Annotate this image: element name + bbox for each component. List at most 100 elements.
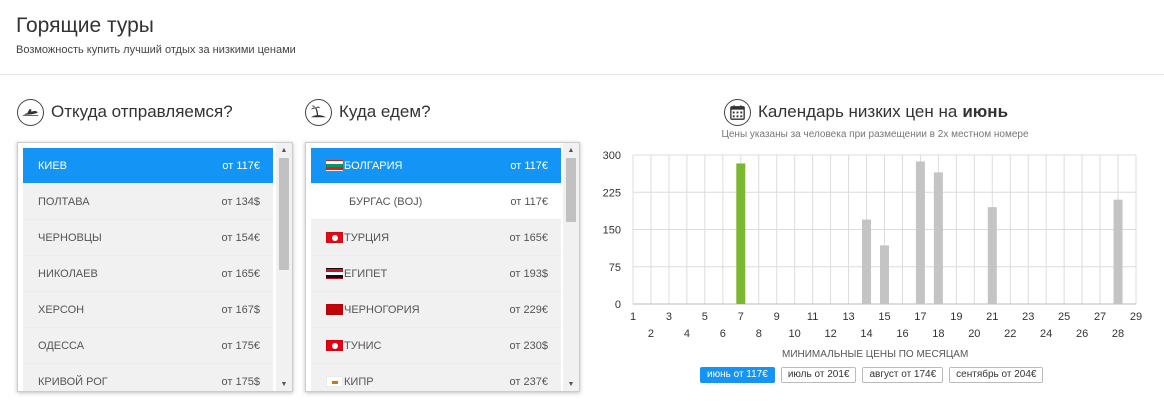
price-bar <box>862 219 872 304</box>
months-title: МИНИМАЛЬНЫЕ ЦЕНЫ ПО МЕСЯЦАМ <box>782 349 969 360</box>
destination-list-items: БОЛГАРИЯ от 117€ БУРГАС (BOJ) от 117€ ТУРЦИЯ… <box>311 148 561 391</box>
from-city-list[interactable]: КИЕВ от 117€ ПОЛТАВА от 134$ ЧЕРНОВЦЫ от 154€… <box>17 142 293 392</box>
beach-icon <box>305 98 332 126</box>
egypt-flag-icon <box>326 268 343 279</box>
x-tick-label: 2 <box>648 328 654 340</box>
to-list-scrollbar[interactable]: ▲ ▼ <box>563 143 579 391</box>
list-item-name: КРИВОЙ РОГ <box>38 375 108 388</box>
bulgaria-flag-icon <box>326 160 343 171</box>
list-item-name: КИПР <box>344 375 374 388</box>
city-list-item[interactable]: КИЕВ от 117€ <box>23 148 273 184</box>
list-item-name: ЧЕРНОГОРИЯ <box>344 303 420 316</box>
calendar-price-note: Цены указаны за человека при размещении … <box>721 129 1029 140</box>
list-item-label: КРИВОЙ РОГ <box>38 376 108 388</box>
x-tick-label: 27 <box>1094 311 1106 323</box>
month-pill[interactable]: сентябрь от 204€ <box>949 367 1044 383</box>
destination-list-item[interactable]: БУРГАС (BOJ) от 117€ <box>311 184 561 220</box>
scroll-down-arrow-icon[interactable]: ▼ <box>563 377 579 391</box>
x-tick-label: 5 <box>702 311 708 323</box>
list-item-label: БОЛГАРИЯ <box>326 160 403 172</box>
from-city-list-items: КИЕВ от 117€ ПОЛТАВА от 134$ ЧЕРНОВЦЫ от 154€… <box>23 148 273 391</box>
list-item-name: КИЕВ <box>38 159 67 172</box>
from-section-title: Откуда отправляемся? <box>51 102 233 121</box>
x-tick-label: 12 <box>824 328 836 340</box>
scroll-thumb[interactable] <box>279 158 289 270</box>
price-bar <box>915 161 925 304</box>
y-tick-label: 0 <box>615 299 621 311</box>
list-item-price: от 229€ <box>509 303 548 316</box>
list-item-label: НИКОЛАЕВ <box>38 268 98 280</box>
x-tick-label: 9 <box>774 311 780 323</box>
x-tick-label: 15 <box>878 311 890 323</box>
scroll-down-arrow-icon[interactable]: ▼ <box>276 377 292 391</box>
destination-list-item[interactable]: ЕГИПЕТ от 193$ <box>311 256 561 292</box>
list-item-price: от 230$ <box>509 339 548 352</box>
y-tick-label: 225 <box>603 187 621 199</box>
x-tick-label: 26 <box>1076 328 1088 340</box>
price-bar <box>1113 199 1123 304</box>
x-tick-label: 20 <box>968 328 980 340</box>
scroll-thumb[interactable] <box>566 158 576 222</box>
list-item-price: от 193$ <box>509 267 548 280</box>
x-tick-label: 28 <box>1112 328 1124 340</box>
destination-list-item[interactable]: ТУНИС от 230$ <box>311 328 561 364</box>
x-tick-label: 24 <box>1040 328 1052 340</box>
list-item-label: ЧЕРНОВЦЫ <box>38 232 102 244</box>
price-bar <box>736 163 746 304</box>
list-item-price: от 167$ <box>221 303 260 316</box>
destination-list-item[interactable]: ЧЕРНОГОРИЯ от 229€ <box>311 292 561 328</box>
list-item-price: от 117€ <box>222 159 260 172</box>
list-item-price: от 154€ <box>221 231 260 244</box>
city-list-item[interactable]: ХЕРСОН от 167$ <box>23 292 273 328</box>
list-item-price: от 237€ <box>509 375 548 388</box>
cyprus-flag-icon <box>326 376 343 387</box>
month-pill[interactable]: август от 174€ <box>862 367 944 383</box>
list-item-label: ХЕРСОН <box>38 304 84 316</box>
x-tick-label: 11 <box>807 311 818 323</box>
x-tick-label: 18 <box>932 328 944 340</box>
list-item-label: ТУРЦИЯ <box>326 232 389 244</box>
list-item-price: от 165€ <box>509 231 548 244</box>
list-item-label: КИПР <box>326 376 374 388</box>
month-selector: июнь от 117€ июль от 201€ август от 174€ се… <box>700 367 1049 383</box>
destination-list-item[interactable]: БОЛГАРИЯ от 117€ <box>311 148 561 184</box>
list-item-name: ПОЛТАВА <box>38 195 90 208</box>
month-pill[interactable]: июль от 201€ <box>780 367 857 383</box>
list-item-price: от 117€ <box>510 159 548 172</box>
destination-list-item[interactable]: КИПР от 237€ <box>311 364 561 391</box>
montenegro-flag-icon <box>326 304 343 315</box>
price-calendar-chart: 0 75 150 225 300 1 2 3 4 5 6 7 8 9 10 11 12 13 14 15 16 17 18 1… <box>600 142 1160 342</box>
list-item-name: БОЛГАРИЯ <box>344 159 403 172</box>
month-pill[interactable]: июнь от 117€ <box>700 367 775 383</box>
x-tick-label: 16 <box>896 328 908 340</box>
scroll-up-arrow-icon[interactable]: ▲ <box>276 143 292 157</box>
x-tick-label: 13 <box>842 311 854 323</box>
list-item-label: КИЕВ <box>38 160 67 172</box>
to-section-heading: Куда едем? <box>305 98 431 126</box>
y-tick-label: 300 <box>603 150 621 162</box>
page-header: Горящие туры Возможность купить лучший о… <box>0 0 1164 75</box>
list-item-name: ТУРЦИЯ <box>344 231 390 244</box>
city-list-item[interactable]: НИКОЛАЕВ от 165€ <box>23 256 273 292</box>
scroll-up-arrow-icon[interactable]: ▲ <box>563 143 579 157</box>
list-item-price: от 134$ <box>221 195 260 208</box>
city-list-item[interactable]: ОДЕССА от 175€ <box>23 328 273 364</box>
city-list-item[interactable]: ПОЛТАВА от 134$ <box>23 184 273 220</box>
x-tick-label: 3 <box>666 311 672 323</box>
list-item-name: БУРГАС (BOJ) <box>349 195 423 208</box>
calendar-section-heading: Календарь низких цен на июнь <box>724 98 1008 126</box>
page-title: Горящие туры <box>16 14 154 37</box>
x-tick-label: 21 <box>986 311 998 323</box>
destination-list-item[interactable]: ТУРЦИЯ от 165€ <box>311 220 561 256</box>
city-list-item[interactable]: ЧЕРНОВЦЫ от 154€ <box>23 220 273 256</box>
list-item-price: от 175€ <box>221 339 260 352</box>
turkey-flag-icon <box>326 232 343 243</box>
from-list-scrollbar[interactable]: ▲ ▼ <box>276 143 292 391</box>
list-item-price: от 175$ <box>221 375 260 388</box>
list-item-label: ЕГИПЕТ <box>326 268 387 280</box>
list-item-label: ЧЕРНОГОРИЯ <box>326 304 420 316</box>
city-list-item[interactable]: КРИВОЙ РОГ от 175$ <box>23 364 273 391</box>
list-item-price: от 117€ <box>510 195 548 208</box>
calendar-month: июнь <box>962 102 1009 121</box>
destination-list[interactable]: БОЛГАРИЯ от 117€ БУРГАС (BOJ) от 117€ ТУРЦИЯ… <box>305 142 580 392</box>
